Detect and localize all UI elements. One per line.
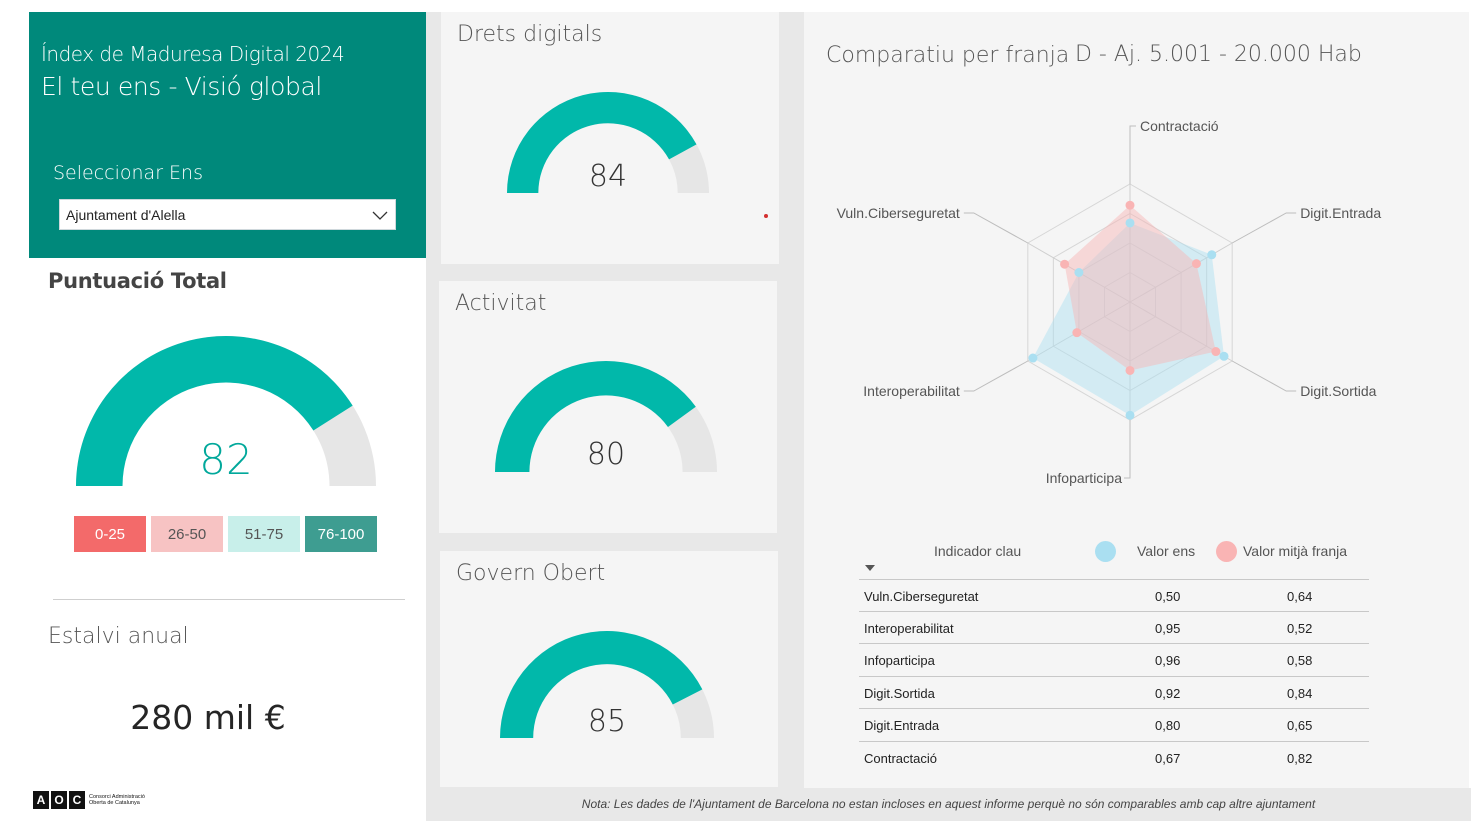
radar-point — [1125, 200, 1135, 210]
chevron-down-icon[interactable] — [371, 206, 389, 224]
cell-valor-ens: 0,95 — [1155, 620, 1181, 636]
aoc-logo-mark: A O C — [33, 791, 85, 809]
cell-indicator: Contractació — [864, 750, 937, 766]
radar-axis-label: Infoparticipa — [1046, 470, 1122, 486]
column-header-mitja[interactable]: Valor mitjà franja — [1243, 543, 1347, 559]
radar-leader-line — [1231, 212, 1297, 244]
table-row[interactable]: Digit.Sortida 0,92 0,84 — [859, 677, 1369, 710]
cell-indicator: Infoparticipa — [864, 653, 935, 669]
radar-point — [1191, 259, 1201, 269]
report-title: Índex de Maduresa Digital 2024 — [41, 42, 345, 66]
divider — [53, 599, 405, 600]
govern-obert-gauge: 85 — [500, 631, 714, 738]
cell-valor-ens: 0,50 — [1155, 589, 1181, 604]
drets-digitals-score: 84 — [589, 159, 627, 193]
cell-indicator: Digit.Sortida — [864, 685, 935, 701]
ens-dropdown-value: Ajuntament d'Alella — [66, 206, 186, 223]
radar-series — [1028, 200, 1229, 420]
select-ens-label: Seleccionar Ens — [53, 162, 203, 184]
ens-dropdown[interactable]: Ajuntament d'Alella — [59, 199, 396, 230]
radar-panel: Comparatiu per franja D - Aj. 5.001 - 20… — [804, 12, 1469, 788]
cell-valor-ens: 0,96 — [1155, 653, 1181, 669]
cell-valor-mitja: 0,82 — [1287, 750, 1313, 766]
card-title: Activitat — [455, 291, 547, 316]
radar-axis-label: Contractació — [1140, 118, 1219, 134]
legend-range-26-50: 26-50 — [151, 516, 223, 552]
radar-axis-label: Digit.Entrada — [1300, 205, 1381, 221]
legend-mitja-marker — [1216, 541, 1237, 562]
card-title: Drets digitals — [457, 22, 603, 47]
card-govern-obert: Govern Obert 85 — [440, 551, 778, 787]
activitat-gauge: 80 — [495, 361, 717, 472]
radar-axis-label: Interoperabilitat — [863, 383, 960, 399]
table-row[interactable]: Infoparticipa 0,96 0,58 — [859, 644, 1369, 677]
report-subtitle: El teu ens - Visió global — [41, 72, 322, 101]
legend-range-0-25: 0-25 — [74, 516, 146, 552]
total-score-value: 82 — [199, 435, 252, 484]
savings-title: Estalvi anual — [48, 624, 189, 649]
aoc-logo-text: Consorci Administració Oberta de Catalun… — [89, 794, 145, 806]
radar-chart: Contractació Digit.Entrada Digit.Sortida In… — [837, 118, 1382, 486]
legend-range-51-75: 51-75 — [228, 516, 300, 552]
cell-valor-mitja: 0,64 — [1287, 589, 1313, 604]
radar-leader-line — [1129, 125, 1136, 184]
radar-point — [1028, 353, 1038, 363]
aoc-logo: A O C Consorci Administració Oberta de C… — [33, 791, 159, 809]
table-row[interactable]: Interoperabilitat 0,95 0,52 — [859, 612, 1369, 645]
radar-point — [1219, 351, 1229, 361]
radar-point — [1074, 268, 1084, 277]
radar-leader-line — [1231, 360, 1297, 392]
savings-value: 280 mil € — [130, 698, 286, 737]
total-score-title: Puntuació Total — [48, 269, 227, 293]
legend-range-76-100: 76-100 — [305, 516, 377, 552]
total-score-gauge: 82 — [76, 336, 376, 486]
radar-point — [1072, 328, 1082, 338]
govern-obert-score: 85 — [588, 704, 626, 738]
card-drets-digitals: Drets digitals 84 — [441, 12, 779, 264]
aoc-letter-c: C — [69, 791, 85, 809]
cell-indicator: Interoperabilitat — [864, 620, 954, 636]
aoc-letter-o: O — [51, 791, 67, 809]
table-row[interactable]: Vuln.Ciberseguretat 0,50 0,64 — [859, 579, 1369, 612]
table-row[interactable]: Contractació 0,67 0,82 — [859, 742, 1369, 775]
sort-arrow-icon[interactable] — [865, 565, 875, 571]
radar-point — [1060, 259, 1070, 269]
aoc-letter-a: A — [33, 791, 49, 809]
radar-point — [1125, 218, 1135, 228]
radar-title: Comparatiu per franja — [826, 43, 1070, 68]
radar-axis-label: Vuln.Ciberseguretat — [837, 205, 960, 221]
radar-leader-line — [963, 212, 1029, 244]
radar-axis-label: Digit.Sortida — [1300, 383, 1376, 399]
radar-leader-line — [1124, 420, 1131, 479]
column-header-ens[interactable]: Valor ens — [1137, 543, 1195, 559]
drets-digitals-gauge: 84 — [507, 92, 709, 193]
card-title: Govern Obert — [456, 561, 606, 586]
cell-valor-ens: 0,80 — [1155, 718, 1181, 734]
footer-note: Nota: Les dades de l'Ajuntament de Barce… — [581, 797, 1316, 811]
cell-valor-mitja: 0,65 — [1287, 718, 1313, 734]
cell-valor-mitja: 0,52 — [1287, 620, 1313, 636]
activitat-score: 80 — [587, 437, 625, 472]
radar-point — [1125, 365, 1135, 375]
cell-indicator: Digit.Entrada — [864, 718, 940, 734]
cell-valor-mitja: 0,84 — [1287, 685, 1313, 701]
cell-valor-mitja: 0,58 — [1287, 653, 1313, 669]
cell-indicator: Vuln.Ciberseguretat — [864, 589, 979, 604]
cell-valor-ens: 0,92 — [1155, 685, 1181, 701]
cell-valor-ens: 0,67 — [1155, 750, 1181, 766]
table-row[interactable]: Digit.Entrada 0,80 0,65 — [859, 709, 1369, 742]
radar-point — [1207, 250, 1217, 260]
radar-point — [1125, 410, 1135, 420]
footer-bar: Nota: Les dades de l'Ajuntament de Barce… — [426, 788, 1471, 821]
marker-dot — [764, 214, 768, 218]
column-header-indicator[interactable]: Indicador clau — [934, 543, 1021, 559]
radar-point — [1211, 347, 1221, 357]
header-panel: Índex de Maduresa Digital 2024 El teu en… — [29, 12, 426, 258]
card-activitat: Activitat 80 — [439, 281, 777, 533]
legend-ens-marker — [1095, 541, 1116, 562]
radar-band: D - Aj. 5.001 - 20.000 Hab — [1075, 42, 1362, 67]
table-body: Vuln.Ciberseguretat 0,50 0,64 Interoperabil… — [859, 579, 1369, 775]
radar-leader-line — [963, 360, 1029, 392]
